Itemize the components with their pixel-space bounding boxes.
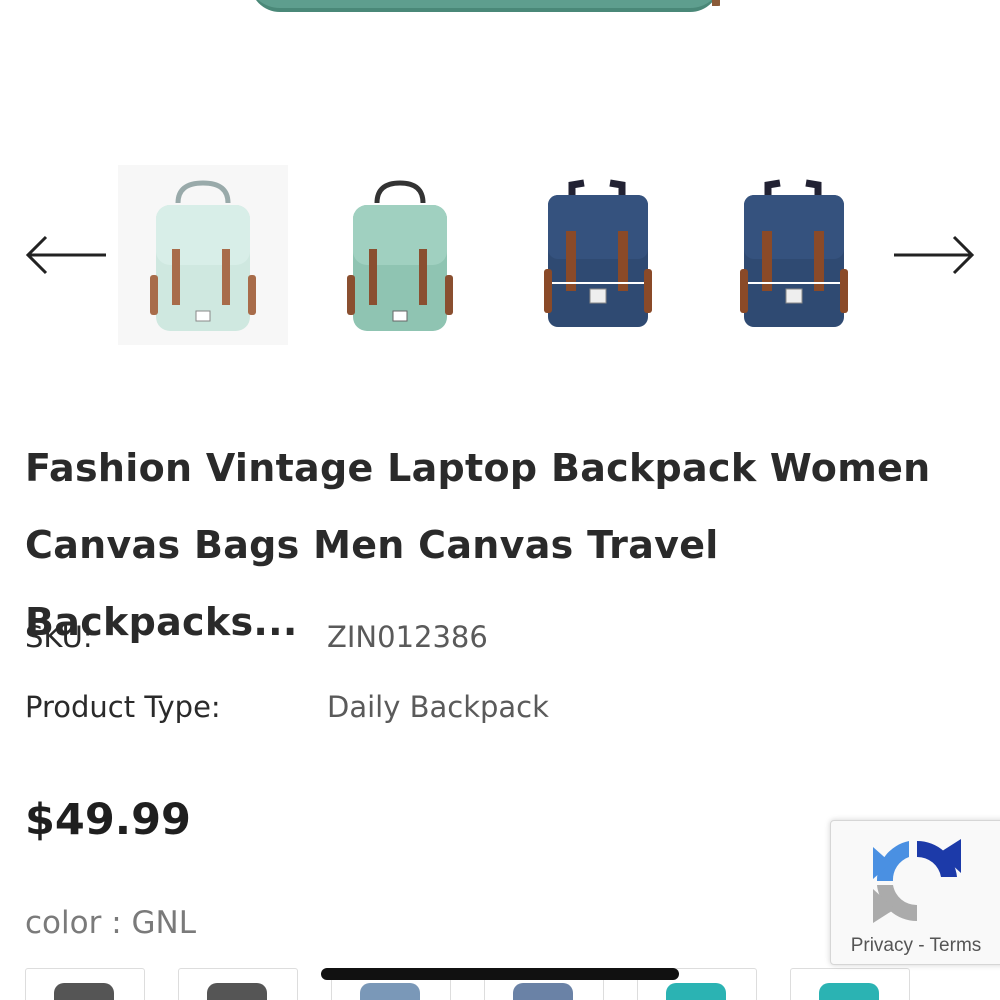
sku-value: ZIN012386 (327, 620, 488, 654)
swatch-backpack-preview (54, 983, 114, 1000)
product-price: $49.99 (25, 795, 191, 845)
backpack-image (347, 180, 453, 331)
carousel-prev-button[interactable] (24, 235, 108, 275)
product-type-row: Product Type: Daily Backpack (25, 690, 725, 730)
thumbnail-light-mint[interactable] (118, 165, 288, 345)
swatch-backpack-preview (819, 983, 879, 1000)
color-label: color : GNL (25, 905, 196, 941)
thumbnail-navy-blue[interactable] (512, 165, 682, 345)
sku-row: SKU: ZIN012386 (25, 620, 725, 660)
home-indicator[interactable] (321, 968, 679, 980)
swatch-backpack-preview (207, 983, 267, 1000)
sku-label: SKU: (25, 620, 93, 654)
swatch-backpack-preview (360, 983, 420, 1000)
recaptcha-links: Privacy - Terms (831, 935, 1000, 957)
recaptcha-privacy-link[interactable]: Privacy (851, 935, 913, 956)
color-swatch[interactable] (790, 968, 910, 1000)
arrow-right-icon (894, 235, 975, 275)
backpack-image (740, 179, 848, 327)
thumbnail-mint-green[interactable] (315, 165, 485, 345)
swatch-backpack-preview (513, 983, 573, 1000)
backpack-image (150, 180, 256, 331)
thumbnail-carousel (0, 165, 1000, 345)
color-swatch[interactable] (178, 968, 298, 1000)
backpack-image (544, 179, 652, 327)
product-type-label: Product Type: (25, 690, 221, 724)
arrow-left-icon (25, 235, 106, 275)
recaptcha-badge[interactable]: Privacy - Terms (830, 820, 1000, 965)
swatch-backpack-preview (666, 983, 726, 1000)
recaptcha-separator: - (918, 935, 925, 956)
recaptcha-icon (873, 839, 961, 923)
main-product-image[interactable] (250, 0, 720, 14)
main-backpack-bottom (250, 0, 720, 12)
recaptcha-terms-link[interactable]: Terms (930, 935, 982, 956)
color-swatch[interactable] (25, 968, 145, 1000)
product-type-value[interactable]: Daily Backpack (327, 690, 549, 724)
thumbnail-navy-blue-alt[interactable] (708, 165, 878, 345)
carousel-next-button[interactable] (892, 235, 976, 275)
